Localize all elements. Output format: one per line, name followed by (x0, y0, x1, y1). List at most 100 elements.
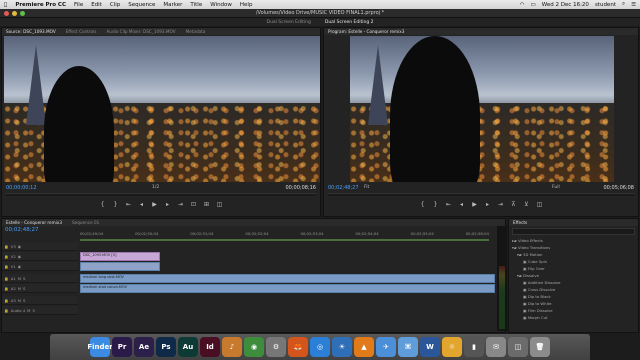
effects-folder-video-transitions[interactable]: ▾ ▰ Video Transitions (512, 244, 638, 251)
track-a2[interactable]: 🔒 A2 M S medium shot canon.MOV (2, 284, 505, 293)
mark-out-icon[interactable]: } (432, 201, 439, 208)
mark-out-icon[interactable]: } (112, 201, 119, 208)
program-video-frame[interactable] (350, 36, 614, 184)
search-icon[interactable]: ⌕ (622, 1, 625, 8)
dock-icon[interactable]: Id (200, 337, 220, 357)
lock-icon[interactable]: 🔒 (4, 276, 9, 281)
play-icon[interactable]: ▶ (151, 201, 158, 208)
timeline-timecode[interactable]: 00;02;48;27 (5, 227, 39, 233)
source-timecode-in[interactable]: 00;00;00;12 (6, 185, 37, 191)
program-scrub-bar[interactable] (328, 193, 634, 196)
mark-in-icon[interactable]: { (99, 201, 106, 208)
user-name[interactable]: student (595, 2, 616, 8)
workspace-tab-dual-screen-2[interactable]: Dual Screen Editing 2 (325, 20, 374, 25)
dock-icon[interactable]: ▮ (464, 337, 484, 357)
dock-icon[interactable]: Finder (87, 337, 113, 357)
dock-icon[interactable]: ◉ (244, 337, 264, 357)
menu-help[interactable]: Help (240, 2, 253, 8)
dock-icon[interactable]: ♪ (222, 337, 242, 357)
go-to-out-icon[interactable]: ⇥ (177, 201, 184, 208)
mark-in-icon[interactable]: { (419, 201, 426, 208)
eye-icon[interactable]: ◉ (18, 254, 21, 259)
go-to-out-icon[interactable]: ⇥ (497, 201, 504, 208)
tab-metadata[interactable]: Metadata (186, 29, 206, 34)
effects-item-cube-spin[interactable]: ▣ Cube Spin (512, 258, 638, 265)
effects-item-flip-over[interactable]: ▣ Flip Over (512, 265, 638, 272)
dock-icon[interactable]: ✉ (486, 337, 506, 357)
mute-icon[interactable]: M (18, 286, 21, 291)
effects-item-film-dissolve[interactable]: ▣ Film Dissolve (512, 307, 638, 314)
effects-item-additive-dissolve[interactable]: ▣ Additive Dissolve (512, 279, 638, 286)
program-quality-select[interactable]: Full (552, 185, 560, 190)
effects-item-dip-to-black[interactable]: ▣ Dip to Black (512, 293, 638, 300)
go-to-in-icon[interactable]: ⇤ (445, 201, 452, 208)
dock-icon[interactable]: 🦊 (288, 337, 308, 357)
timeline-clip[interactable]: medium shot canon.MOV (80, 284, 495, 293)
lock-icon[interactable]: 🔒 (4, 286, 9, 291)
menu-marker[interactable]: Marker (163, 2, 182, 8)
lock-icon[interactable]: 🔒 (4, 298, 9, 303)
dock-icon[interactable]: W (420, 337, 440, 357)
track-a3[interactable]: 🔒 A3 M S (2, 296, 505, 305)
lock-icon[interactable]: 🔒 (4, 254, 9, 259)
effects-item-dip-to-white[interactable]: ▣ Dip to White (512, 300, 638, 307)
menu-sequence[interactable]: Sequence (128, 2, 155, 8)
lift-icon[interactable]: ⊼ (510, 201, 517, 208)
step-back-icon[interactable]: ◂ (458, 201, 465, 208)
step-forward-icon[interactable]: ▸ (164, 201, 171, 208)
effects-folder-video-effects[interactable]: ▸ ▰ Video Effects (512, 237, 638, 244)
extract-icon[interactable]: ⊻ (523, 201, 530, 208)
solo-icon[interactable]: S (23, 286, 25, 291)
clock[interactable]: Wed 2 Dec 16:20 (542, 2, 589, 8)
dock-icon[interactable]: Pr (112, 337, 132, 357)
play-icon[interactable]: ▶ (471, 201, 478, 208)
lock-icon[interactable]: 🔒 (4, 264, 9, 269)
timeline-clip-v1[interactable] (80, 262, 160, 271)
menu-edit[interactable]: Edit (91, 2, 102, 8)
eye-icon[interactable]: ◉ (18, 244, 21, 249)
menu-window[interactable]: Window (210, 2, 232, 8)
track-v2[interactable]: 🔒 V2 ◉ DSC_1093.MOV [V] (2, 252, 505, 261)
tab-sequence-01[interactable]: Sequence 01 (72, 220, 99, 225)
effects-item-morph-cut[interactable]: ▣ Morph Cut (512, 314, 638, 321)
dock-icon[interactable]: ☼ (442, 337, 462, 357)
lock-icon[interactable]: 🔒 (4, 308, 9, 313)
source-zoom-select[interactable]: 1/2 (152, 185, 159, 190)
dock-icon[interactable]: Au (178, 337, 198, 357)
insert-icon[interactable]: ⊡ (190, 201, 197, 208)
dock-icon[interactable]: Ae (134, 337, 154, 357)
track-audio-4[interactable]: 🔒 Audio 4MS (2, 306, 505, 315)
tab-effect-controls[interactable]: Effect Controls (66, 29, 97, 34)
menu-title[interactable]: Title (190, 2, 202, 8)
battery-icon[interactable]: ▭ (531, 2, 536, 8)
solo-icon[interactable]: S (32, 308, 34, 313)
effects-search-input[interactable] (512, 228, 635, 235)
timeline-ruler[interactable]: 00;02;49;04 00;02;50;04 00;02;51;04 00;0… (80, 231, 489, 239)
program-timecode[interactable]: 00;02;48;27 (328, 185, 359, 191)
apple-icon[interactable]:  (4, 2, 7, 8)
effects-item-cross-dissolve[interactable]: ▣ Cross Dissolve (512, 286, 638, 293)
list-icon[interactable]: ☰ (631, 2, 636, 8)
program-fit-select[interactable]: Fit (364, 185, 369, 190)
dock-icon[interactable]: ◎ (310, 337, 330, 357)
overwrite-icon[interactable]: ⊞ (203, 201, 210, 208)
timeline-clip[interactable]: medium long shot.MOV (80, 274, 495, 283)
solo-icon[interactable]: S (23, 276, 25, 281)
mute-icon[interactable]: M (18, 298, 21, 303)
dock-icon[interactable]: ☀ (332, 337, 352, 357)
tab-effects[interactable]: Effects (513, 220, 527, 225)
export-frame-icon[interactable]: ◫ (216, 201, 223, 208)
tab-sequence-estelle[interactable]: Estelle - Conqueror remix3 (6, 220, 62, 225)
workspace-tab-dual-screen[interactable]: Dual Screen Editing (267, 20, 311, 25)
dock-icon[interactable]: ✈ (376, 337, 396, 357)
app-name[interactable]: Premiere Pro CC (15, 2, 66, 8)
mute-icon[interactable]: M (18, 276, 21, 281)
dock-icon[interactable]: ⚙ (266, 337, 286, 357)
dock-icon[interactable]: ⌘ (398, 337, 418, 357)
effects-folder-3d-motion[interactable]: ▾ ▰ 3D Motion (512, 251, 638, 258)
mute-icon[interactable]: M (27, 308, 30, 313)
menu-file[interactable]: File (74, 2, 83, 8)
tab-audio-clip-mixer[interactable]: Audio Clip Mixer: DSC_1093.MOV (106, 29, 175, 34)
export-frame-icon[interactable]: ◫ (536, 201, 543, 208)
dock-icon[interactable]: ◫ (508, 337, 528, 357)
